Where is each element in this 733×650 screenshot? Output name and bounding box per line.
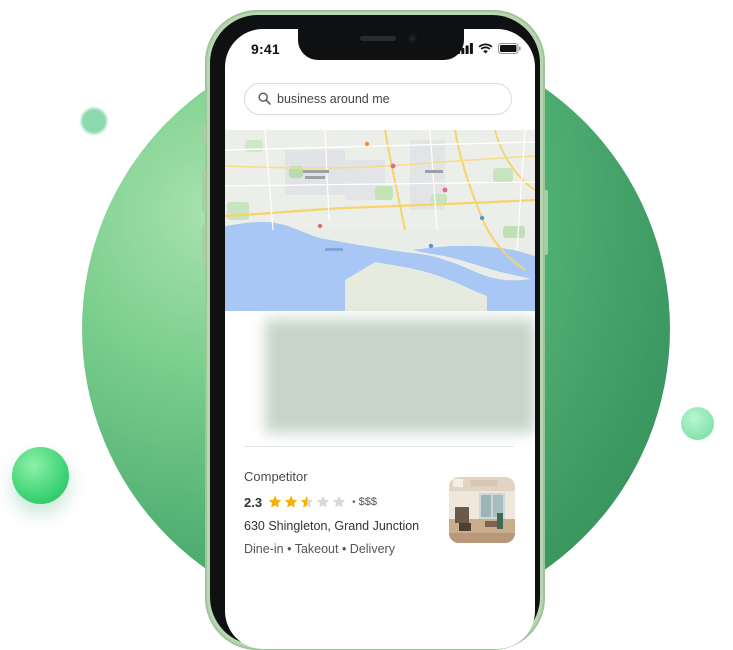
place-photo[interactable] [449,477,515,543]
restaurant-photo-image [449,477,515,543]
mute-switch [202,125,206,145]
search-bar[interactable] [244,83,512,115]
status-time: 9:41 [251,41,280,57]
speaker [360,36,396,41]
front-camera [408,34,417,43]
phone-frame: 9:41 business around me Competitor 2.3 •… [202,10,548,650]
star-icon [300,495,314,508]
rating-row: 2.3 • $$$ [244,494,377,510]
star-icon [316,495,330,508]
search-input[interactable] [277,92,497,106]
rating-value: 2.3 [244,494,263,510]
decorative-dot [81,108,107,134]
power-button [544,190,548,255]
map-view[interactable] [225,130,535,311]
star-icon [284,495,298,508]
star-icon [332,495,346,508]
map-image[interactable] [225,130,535,311]
phone-bezel: 9:41 business around me Competitor 2.3 •… [210,15,540,649]
star-rating [268,495,346,509]
decorative-dot [12,447,69,504]
divider [244,446,514,447]
place-address: 630 Shingleton, Grand Junction [244,519,420,533]
status-icons [457,43,521,54]
notch [298,29,464,60]
separator-dot: • [352,496,356,508]
volume-up-button [202,170,206,212]
place-name[interactable]: Competitor [244,469,308,484]
search-icon [258,92,271,105]
wifi-icon [478,43,493,54]
phone-screen: 9:41 business around me Competitor 2.3 •… [225,29,535,649]
battery-icon [498,43,521,54]
blurred-result-card [265,319,535,433]
service-options: Dine-in • Takeout • Delivery [244,542,395,556]
decorative-dot [681,407,714,440]
price-level: $$$ [358,496,377,508]
star-icon [268,495,282,508]
volume-down-button [202,225,206,267]
signal-icon [457,43,473,54]
